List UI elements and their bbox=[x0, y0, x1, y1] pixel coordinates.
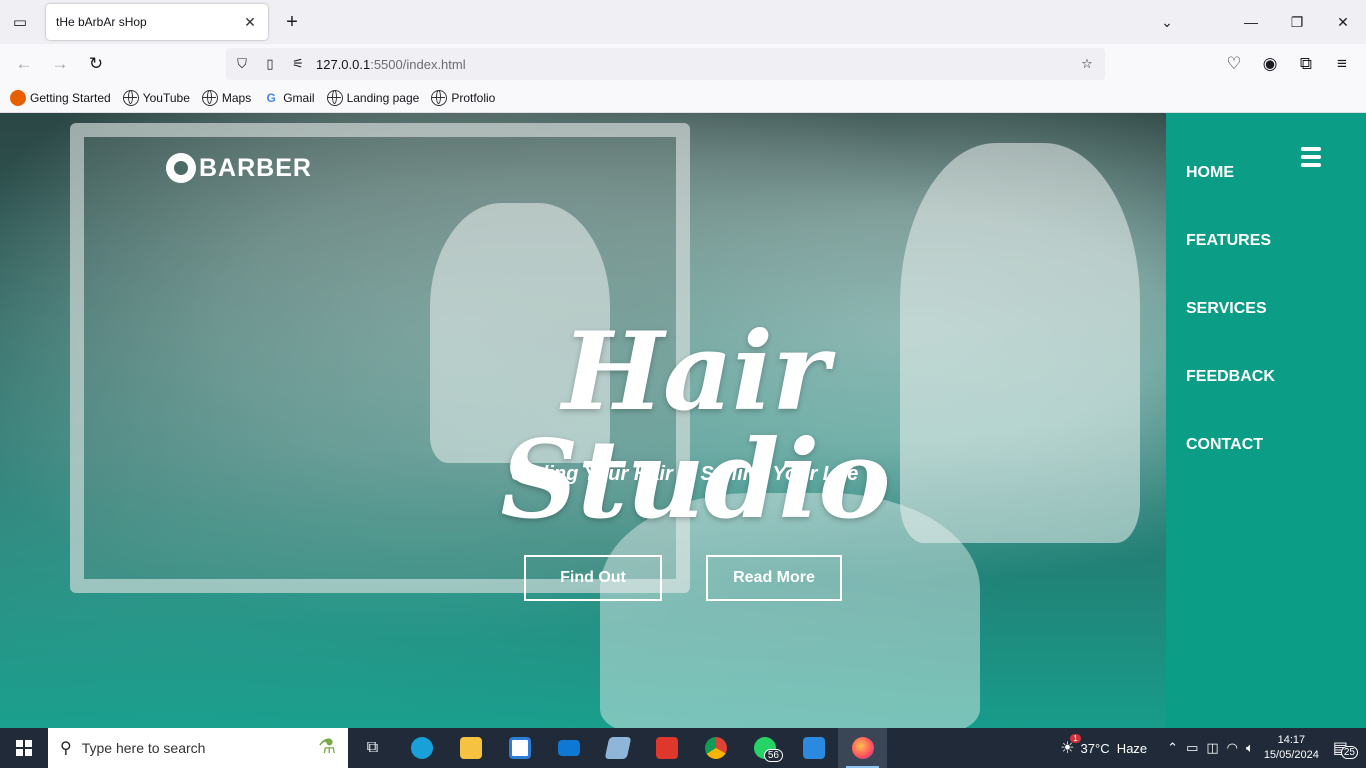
firefox-taskbar-icon[interactable] bbox=[838, 728, 887, 768]
whatsapp-badge: 56 bbox=[763, 749, 783, 762]
battery-icon[interactable]: ▭ bbox=[1186, 740, 1198, 756]
nav-feedback[interactable]: FEEDBACK bbox=[1186, 368, 1275, 386]
search-placeholder: Type here to search bbox=[81, 740, 206, 756]
extensions-icon[interactable]: ⧉ bbox=[1294, 52, 1318, 76]
barber-logo-icon bbox=[166, 153, 196, 183]
edge-icon[interactable] bbox=[397, 728, 446, 768]
whatsapp-icon[interactable]: 56 bbox=[740, 728, 789, 768]
globe-icon bbox=[431, 90, 448, 106]
pocket-icon[interactable]: ♡ bbox=[1222, 52, 1246, 76]
permissions-icon[interactable]: ⚟ bbox=[286, 52, 310, 76]
bookmark-label: Landing page bbox=[346, 91, 420, 105]
hero-title: Hair Studio bbox=[500, 309, 891, 543]
url-text[interactable]: 127.0.0.1:5500/index.html bbox=[316, 57, 1071, 72]
side-navigation: HOME FEATURES SERVICES FEEDBACK CONTACT bbox=[1166, 113, 1366, 728]
bookmarks-bar: Getting Started YouTube Maps G Gmail Land… bbox=[0, 84, 1366, 113]
url-host: 127.0.0.1 bbox=[316, 56, 371, 72]
browser-chrome: ▭ tHe bArbAr sHop ✕ + ⌄ — ❐ ✕ ← → ↻ ⛉ ▯ … bbox=[0, 0, 1366, 113]
bookmark-label: Getting Started bbox=[30, 91, 111, 105]
weather-text[interactable]: 37°C Haze bbox=[1081, 741, 1148, 756]
hero-section: BARBER Hair Studio Styling Your Hair Is … bbox=[0, 113, 1166, 728]
find-out-button[interactable]: Find Out bbox=[524, 555, 662, 601]
url-path: :5500/index.html bbox=[370, 56, 466, 72]
shield-icon[interactable]: ⛉ bbox=[230, 52, 254, 76]
wifi-icon[interactable]: ◠ bbox=[1227, 740, 1238, 756]
vscode-icon[interactable] bbox=[789, 728, 838, 768]
store-icon[interactable] bbox=[495, 728, 544, 768]
bookmark-getting-started[interactable]: Getting Started bbox=[10, 90, 111, 106]
bookmark-youtube[interactable]: YouTube bbox=[122, 90, 190, 106]
bookmark-maps[interactable]: Maps bbox=[201, 90, 252, 106]
bookmark-label: Maps bbox=[221, 91, 252, 105]
globe-icon bbox=[201, 90, 218, 106]
clock[interactable]: 14:17 15/05/2024 bbox=[1264, 733, 1319, 763]
volume-icon[interactable]: 🔈︎ bbox=[1246, 740, 1254, 756]
back-icon[interactable]: ← bbox=[12, 52, 36, 76]
system-tray: ☀ 1 37°C Haze ⌃ ▭ ◫ ◠ 🔈︎ 14:17 15/05/2024… bbox=[1060, 728, 1366, 768]
notifications-badge: 25 bbox=[1340, 746, 1358, 759]
firefox-icon bbox=[10, 90, 26, 106]
logo-text: BARBER bbox=[199, 153, 312, 182]
close-window-icon[interactable]: ✕ bbox=[1320, 0, 1366, 44]
bookmark-label: Protfolio bbox=[451, 91, 496, 105]
tab-overflow-chevron-icon[interactable]: ⌄ bbox=[1144, 0, 1190, 44]
chrome-icon[interactable] bbox=[691, 728, 740, 768]
forward-icon[interactable]: → bbox=[48, 52, 72, 76]
search-icon: ⚲ bbox=[60, 740, 72, 757]
reload-icon[interactable]: ↻ bbox=[84, 52, 108, 76]
nav-services[interactable]: SERVICES bbox=[1186, 300, 1267, 318]
restore-icon[interactable]: ❐ bbox=[1274, 0, 1320, 44]
file-explorer-icon[interactable] bbox=[446, 728, 495, 768]
chevron-up-icon[interactable]: ⌃ bbox=[1167, 740, 1178, 756]
wps-office-icon[interactable] bbox=[642, 728, 691, 768]
bookmark-star-icon[interactable]: ☆ bbox=[1075, 52, 1099, 76]
weather-alert-badge: 1 bbox=[1070, 734, 1081, 743]
tab-list-icon[interactable]: ▭ bbox=[8, 10, 32, 34]
nav-home[interactable]: HOME bbox=[1186, 164, 1234, 182]
nav-contact[interactable]: CONTACT bbox=[1186, 436, 1263, 454]
bookmark-label: YouTube bbox=[142, 91, 190, 105]
taskbar: ⚲ Type here to search ⚗ ⧉ 56 ☀ 1 37°C Haz… bbox=[0, 728, 1366, 768]
clock-time: 14:17 bbox=[1277, 734, 1306, 746]
account-icon[interactable]: ◉ bbox=[1258, 52, 1282, 76]
globe-icon bbox=[326, 90, 343, 106]
windows-icon bbox=[16, 740, 32, 756]
app-icon[interactable] bbox=[593, 728, 642, 768]
app-menu-icon[interactable]: ≡ bbox=[1330, 52, 1354, 76]
minimize-icon[interactable]: — bbox=[1228, 0, 1274, 44]
google-icon: G bbox=[266, 91, 276, 105]
web-page: BARBER Hair Studio Styling Your Hair Is … bbox=[0, 113, 1366, 728]
hero-subtitle: Styling Your Hair Is Styling Your Life bbox=[511, 463, 859, 485]
bookmark-label: Gmail bbox=[283, 91, 315, 105]
meet-now-icon[interactable]: ◫ bbox=[1206, 740, 1218, 756]
tab-title: tHe bArbAr sHop bbox=[56, 15, 147, 29]
bookmark-portfolio[interactable]: Protfolio bbox=[431, 90, 495, 106]
read-more-button[interactable]: Read More bbox=[706, 555, 842, 601]
tab-active[interactable]: tHe bArbAr sHop ✕ bbox=[46, 4, 268, 40]
close-tab-icon[interactable]: ✕ bbox=[242, 14, 258, 30]
url-bar[interactable]: ⛉ ▯ ⚟ 127.0.0.1:5500/index.html ☆ bbox=[226, 48, 1105, 80]
globe-icon bbox=[122, 90, 139, 106]
bookmark-gmail[interactable]: G Gmail bbox=[263, 90, 315, 106]
hamburger-menu-icon[interactable] bbox=[1301, 147, 1321, 167]
notifications-icon[interactable]: ▤ 25 bbox=[1333, 738, 1358, 759]
nav-features[interactable]: FEATURES bbox=[1186, 232, 1271, 250]
new-tab-icon[interactable]: + bbox=[280, 10, 304, 34]
search-highlight-icon: ⚗ bbox=[318, 736, 336, 758]
page-icon[interactable]: ▯ bbox=[258, 52, 282, 76]
tab-strip: ▭ tHe bArbAr sHop ✕ + ⌄ — ❐ ✕ bbox=[0, 0, 1366, 44]
task-view-icon[interactable]: ⧉ bbox=[348, 728, 397, 768]
taskbar-search[interactable]: ⚲ Type here to search ⚗ bbox=[48, 728, 348, 768]
site-logo[interactable]: BARBER bbox=[166, 153, 312, 183]
bookmark-landing-page[interactable]: Landing page bbox=[326, 90, 420, 106]
start-button[interactable] bbox=[0, 728, 48, 768]
clock-date: 15/05/2024 bbox=[1263, 749, 1319, 761]
weather-icon[interactable]: ☀ 1 bbox=[1060, 734, 1081, 758]
mail-icon[interactable] bbox=[544, 728, 593, 768]
nav-toolbar: ← → ↻ ⛉ ▯ ⚟ 127.0.0.1:5500/index.html ☆ … bbox=[0, 44, 1366, 84]
